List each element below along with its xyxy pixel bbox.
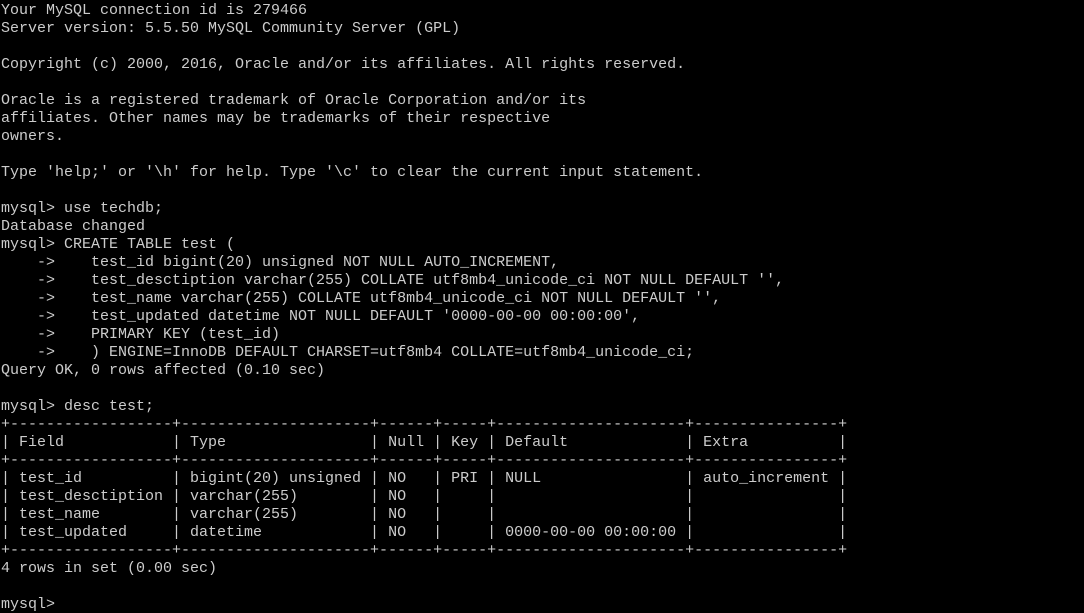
terminal-window[interactable]: Your MySQL connection id is 279466 Serve…: [0, 0, 1084, 613]
terminal-output-text: Your MySQL connection id is 279466 Serve…: [1, 2, 848, 613]
